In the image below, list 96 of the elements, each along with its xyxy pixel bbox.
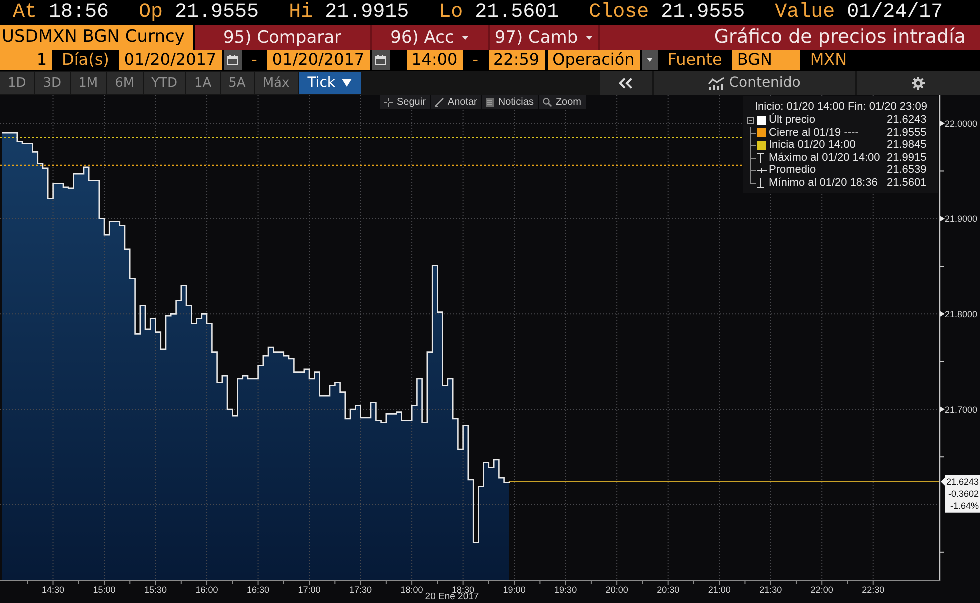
dropdown-button[interactable] — [642, 50, 658, 70]
legend-label: Cierre al 01/19 ---- — [769, 126, 860, 139]
legend-value: 21.9845 — [887, 139, 928, 152]
average-marker-icon — [757, 168, 767, 173]
tool-button[interactable]: Noticias — [482, 95, 538, 109]
legend-label: Promedio — [769, 164, 818, 176]
settings-button[interactable] — [857, 71, 980, 95]
pencil-icon — [434, 98, 444, 106]
input-field[interactable]: 1 — [0, 50, 52, 70]
newspaper-icon — [486, 98, 494, 106]
y-axis-label: 21.8000 — [945, 309, 978, 320]
last-price-value: 21.6243 — [946, 476, 979, 488]
y-axis-label: 21.9000 — [945, 214, 978, 224]
field-label: Día(s) — [61, 50, 110, 70]
quote-label: Close — [589, 0, 650, 25]
tool-button[interactable]: Anotar — [430, 95, 482, 109]
legend-label: Máximo al 01/20 14:00 — [769, 152, 882, 164]
field-label: MXN — [809, 50, 848, 70]
x-axis-label: 21:00 — [708, 585, 731, 595]
period-tab[interactable]: 1D — [0, 72, 34, 94]
quote-label: Value — [775, 0, 836, 25]
quote-label: Lo — [439, 0, 464, 25]
double-chevron-icon — [619, 78, 633, 88]
quote-value: 21.9555 — [661, 0, 746, 25]
legend-value: 21.9555 — [887, 126, 928, 139]
high-marker-icon — [757, 152, 764, 163]
page-title: Gráfico de precios intradía — [714, 25, 967, 50]
price-change: -0.3602 — [948, 488, 979, 500]
legend-header: Inicio: 01/20 14:00 Fin: 01/20 23:09 — [754, 101, 928, 114]
input-field[interactable]: 14:00 — [406, 50, 463, 70]
caret-icon — [646, 58, 653, 62]
period-tab[interactable]: 6M — [107, 72, 143, 94]
calendar-button[interactable] — [372, 50, 390, 70]
input-field[interactable]: BGN — [732, 50, 800, 70]
price-change: -1.64% — [950, 500, 979, 512]
x-axis-label: 20:00 — [606, 585, 628, 595]
quote-label: Op — [139, 0, 164, 25]
period-tab[interactable]: 1M — [70, 72, 106, 94]
legend-value: 21.9915 — [887, 152, 928, 164]
quote-value: 21.9555 — [175, 0, 260, 25]
calendar-button[interactable] — [224, 50, 242, 70]
quote-value: 21.9915 — [325, 0, 410, 25]
collapse-icon[interactable] — [747, 116, 754, 124]
quote-label: Hi — [289, 0, 314, 25]
collapse-button[interactable] — [600, 71, 652, 95]
period-tab[interactable]: 5A — [220, 72, 254, 94]
x-axis-label: 17:00 — [298, 585, 321, 595]
y-axis-label: 21.7000 — [945, 404, 978, 415]
x-axis-label: 18:00 — [400, 585, 424, 595]
tool-button[interactable]: Zoom — [538, 95, 586, 109]
legend-label: Últ precio — [769, 114, 816, 126]
x-axis-label: 19:00 — [503, 585, 526, 595]
legend-value: 21.6539 — [887, 164, 928, 176]
x-axis-label: 14:30 — [42, 585, 65, 595]
x-axis-label: 22:30 — [862, 585, 885, 595]
x-axis-label: 16:00 — [196, 585, 218, 595]
field-label: - — [472, 50, 480, 70]
chart-icon — [708, 76, 726, 90]
legend-label: Inicia 01/20 14:00 — [769, 139, 857, 152]
date-field[interactable]: 01/20/2017 — [267, 50, 370, 70]
legend-value: 21.5601 — [887, 176, 928, 189]
input-field[interactable]: 22:59 — [488, 50, 545, 70]
date-field[interactable]: 01/20/2017 — [119, 50, 222, 70]
field-label: - — [250, 50, 258, 70]
period-tab[interactable]: Máx — [254, 72, 298, 94]
security-field[interactable]: USDMXN BGN Curncy — [0, 25, 193, 50]
period-tab[interactable]: Tick — [298, 72, 361, 94]
select-field[interactable]: Operación — [548, 50, 640, 70]
period-tab[interactable]: 3D — [35, 72, 70, 94]
period-tab[interactable]: 1A — [186, 72, 220, 94]
calendar-icon — [227, 55, 238, 65]
x-axis-label: 21:30 — [760, 585, 782, 595]
x-axis-label: 22:00 — [810, 585, 834, 595]
low-marker-icon — [757, 178, 764, 188]
magnifier-icon — [542, 98, 552, 106]
content-button[interactable]: Contenido — [654, 71, 855, 95]
settings-icon — [912, 76, 925, 90]
date-label: 20 Ene 2017 — [425, 592, 480, 602]
legend-label: Mínimo al 01/20 18:36 — [769, 176, 879, 189]
quote-value: 01/24/17 — [847, 0, 944, 25]
quote-label: At — [13, 0, 38, 25]
field-label: Fuente — [666, 50, 724, 70]
legend-value: 21.6243 — [887, 114, 928, 126]
quote-value: 21.5601 — [475, 0, 560, 25]
y-axis-label: 22.0000 — [945, 118, 978, 129]
quote-value: 18:56 — [49, 0, 110, 25]
crosshair-icon — [384, 98, 393, 106]
calendar-icon — [375, 55, 386, 65]
tool-button[interactable]: Seguir — [380, 95, 430, 109]
x-axis-label: 15:30 — [144, 585, 168, 595]
x-axis-label: 19:30 — [554, 585, 578, 595]
period-tab[interactable]: YTD — [144, 72, 186, 94]
x-axis-label: 17:30 — [350, 585, 372, 595]
x-axis-label: 15:00 — [93, 585, 116, 595]
x-axis-label: 20:30 — [657, 585, 680, 595]
x-axis-label: 16:30 — [247, 585, 270, 595]
